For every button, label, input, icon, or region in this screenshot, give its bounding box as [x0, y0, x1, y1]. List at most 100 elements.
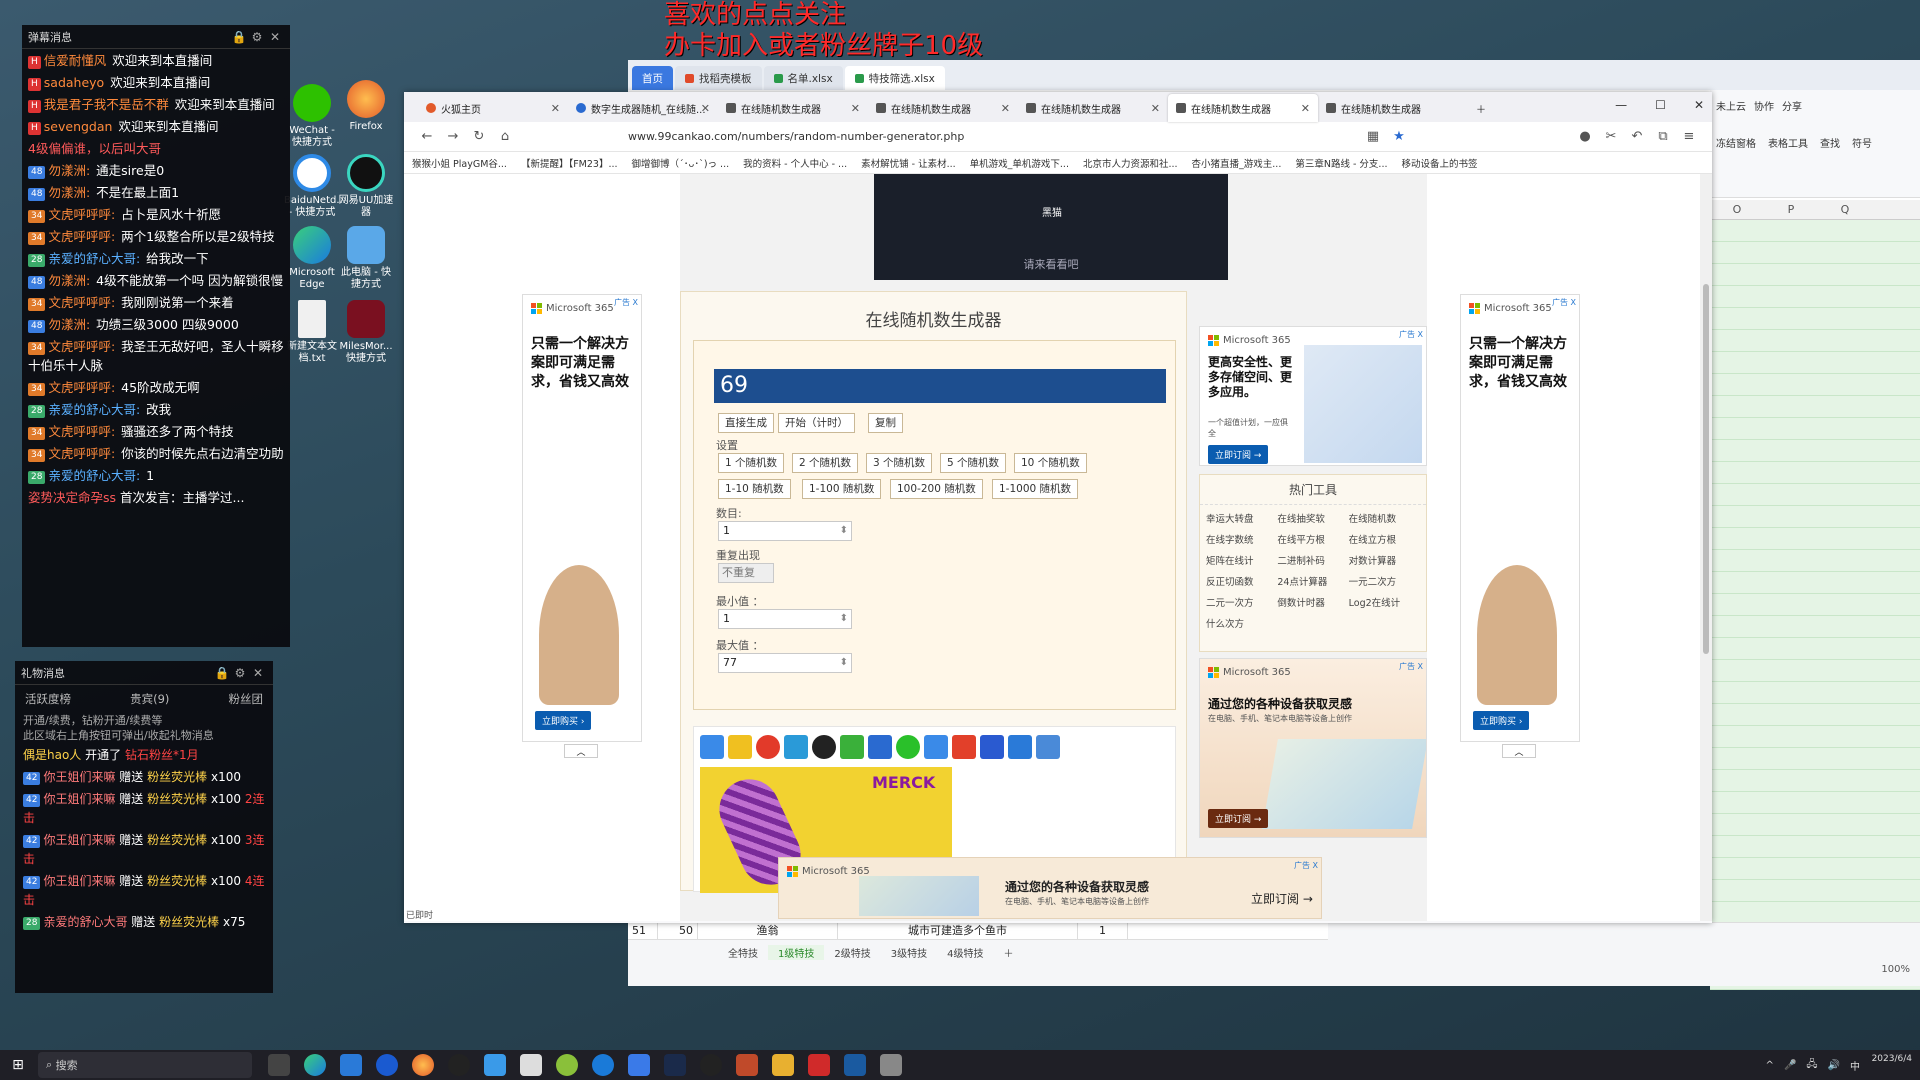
- url-bar[interactable]: www.99cankao.com/numbers/random-number-g…: [628, 130, 1360, 143]
- mail-icon[interactable]: [484, 1054, 506, 1076]
- extensions-puzzle-icon[interactable]: ⧉: [1650, 129, 1676, 144]
- preset-3-numbers[interactable]: 3 个随机数: [866, 453, 933, 473]
- subscribe-button[interactable]: 立即订阅 →: [1251, 890, 1313, 907]
- scrollbar-thumb[interactable]: [1703, 284, 1709, 654]
- new-tab-button[interactable]: ＋: [1468, 94, 1508, 122]
- sheet-doc-tab[interactable]: 找稻壳模板: [675, 66, 762, 90]
- bookmark-item[interactable]: 单机游戏_单机游戏下...: [970, 156, 1069, 170]
- hot-tool-link[interactable]: 什么次方: [1206, 616, 1277, 630]
- app-icon[interactable]: [556, 1054, 578, 1076]
- edge-icon[interactable]: [304, 1054, 326, 1076]
- bookmark-item[interactable]: 北京市人力资源和社...: [1083, 156, 1178, 170]
- sheet-tab[interactable]: 3级特技: [881, 945, 937, 960]
- reload-icon[interactable]: ↻: [466, 129, 492, 144]
- task-view-icon[interactable]: [268, 1054, 290, 1076]
- share-weibo-icon[interactable]: [756, 735, 780, 759]
- preset-range-1-100[interactable]: 1-100 随机数: [802, 479, 882, 499]
- hot-tool-link[interactable]: 在线随机数: [1349, 511, 1420, 525]
- share-star-icon[interactable]: [728, 735, 752, 759]
- qq-icon[interactable]: [448, 1054, 470, 1076]
- desktop-icon-milesmorales[interactable]: MilesMor... 快捷方式: [338, 300, 394, 365]
- bookmark-item[interactable]: 猴猴小姐 PlayGM谷...: [412, 156, 507, 170]
- subscribe-button[interactable]: 立即订阅 →: [1208, 445, 1269, 464]
- count-input[interactable]: 1: [718, 521, 852, 541]
- maximize-icon[interactable]: ☐: [1655, 98, 1666, 112]
- copy-button[interactable]: 复制: [868, 413, 903, 433]
- subscribe-button[interactable]: 立即订阅 →: [1208, 809, 1269, 828]
- home-icon[interactable]: ⌂: [492, 129, 518, 144]
- hot-tool-link[interactable]: 矩阵在线计: [1206, 553, 1277, 567]
- generate-button[interactable]: 直接生成: [718, 413, 774, 433]
- start-timer-button[interactable]: 开始（计时）: [778, 413, 855, 433]
- close-icon[interactable]: ✕: [1001, 102, 1010, 115]
- volume-icon[interactable]: 🔊: [1828, 1060, 1840, 1071]
- ad-left-microsoft365[interactable]: 广告 X Microsoft 365 只需一个解决方案即可满足需求，省钱又高效 …: [522, 294, 642, 742]
- ad-right-top-microsoft365[interactable]: 广告 X Microsoft 365 更高安全性、更多存储空间、更多应用。 一个…: [1199, 326, 1427, 466]
- desktop-icon-wechat[interactable]: WeChat - 快捷方式: [284, 84, 340, 149]
- screenshot-icon[interactable]: ✂: [1598, 129, 1624, 144]
- mic-icon[interactable]: 🎤: [1784, 1060, 1796, 1071]
- close-icon[interactable]: ✕: [1301, 102, 1310, 115]
- sheet-doc-tab[interactable]: 名单.xlsx: [763, 66, 843, 90]
- find-button[interactable]: 查找: [1820, 135, 1840, 150]
- share-anchor-icon[interactable]: [924, 735, 948, 759]
- browser-tab[interactable]: 在线随机数生成器: [1318, 94, 1468, 122]
- cloud-status[interactable]: 未上云: [1716, 98, 1746, 113]
- preset-range-100-200[interactable]: 100-200 随机数: [890, 479, 983, 499]
- preset-range-1-1000[interactable]: 1-1000 随机数: [992, 479, 1079, 499]
- bookmark-star-icon[interactable]: ★: [1386, 129, 1412, 144]
- share-clover-icon[interactable]: [840, 735, 864, 759]
- browser-tab-active[interactable]: 在线随机数生成器 ✕: [1168, 94, 1318, 122]
- app-icon[interactable]: [520, 1054, 542, 1076]
- ime-icon[interactable]: 中: [1850, 1058, 1860, 1073]
- windows-start-icon[interactable]: ⊞: [0, 1057, 36, 1073]
- preset-range-1-10[interactable]: 1-10 随机数: [718, 479, 791, 499]
- close-icon[interactable]: ✕: [851, 102, 860, 115]
- hot-tool-link[interactable]: 在线字数统: [1206, 532, 1277, 546]
- collapse-ad-chevron-up-icon[interactable]: ︿: [1502, 744, 1536, 758]
- sheet-doc-tab-home[interactable]: 首页: [632, 66, 673, 90]
- bookmark-item[interactable]: 【新提醒】【FM23】...: [521, 156, 618, 170]
- close-icon[interactable]: ✕: [701, 102, 710, 115]
- tab-activity[interactable]: 活跃度榜: [25, 691, 71, 707]
- steam-icon[interactable]: [664, 1054, 686, 1076]
- app-icon[interactable]: [592, 1054, 614, 1076]
- column-header[interactable]: Q: [1818, 200, 1872, 219]
- preset-10-numbers[interactable]: 10 个随机数: [1014, 453, 1087, 473]
- desktop-icon-baidunetdisk[interactable]: BaiduNetd... - 快捷方式: [284, 154, 346, 219]
- wps-icon[interactable]: [808, 1054, 830, 1076]
- bookmark-item[interactable]: 第三章N路线 - 分支...: [1295, 156, 1387, 170]
- extension-icon[interactable]: ●: [1572, 129, 1598, 144]
- taskbar-search[interactable]: ⌕ 搜索: [38, 1052, 252, 1078]
- spreadsheet-grid[interactable]: [1710, 200, 1920, 990]
- freeze-panes-button[interactable]: 冻结窗格: [1716, 135, 1756, 150]
- browser-tab[interactable]: 数字生成器随机_在线随... ✕: [568, 94, 718, 122]
- add-sheet-button[interactable]: ＋: [994, 945, 1024, 960]
- desktop-icon-edge[interactable]: Microsoft Edge: [284, 226, 340, 291]
- minimize-icon[interactable]: —: [1615, 98, 1627, 112]
- desktop-icon-firefox[interactable]: Firefox: [338, 80, 394, 133]
- hot-tool-link[interactable]: 24点计算器: [1277, 574, 1348, 588]
- column-header[interactable]: P: [1764, 200, 1818, 219]
- sheet-tab[interactable]: 全特技: [718, 945, 768, 960]
- gear-icon[interactable]: ⚙: [231, 666, 249, 680]
- chevron-up-icon[interactable]: ^: [1766, 1060, 1774, 1071]
- taskbar-clock[interactable]: 2023/6/4: [1872, 1054, 1912, 1065]
- forward-arrow-icon[interactable]: →: [440, 129, 466, 144]
- app-icon[interactable]: [628, 1054, 650, 1076]
- share-plus-icon[interactable]: [700, 735, 724, 759]
- menu-icon[interactable]: ≡: [1676, 129, 1702, 144]
- share-favorite-icon[interactable]: [952, 735, 976, 759]
- network-icon[interactable]: 🖧: [1806, 1057, 1817, 1074]
- back-arrow-icon[interactable]: ←: [414, 129, 440, 144]
- sheet-tab[interactable]: 2级特技: [824, 945, 880, 960]
- hot-tool-link[interactable]: 二元一次方: [1206, 595, 1277, 609]
- bookmark-item[interactable]: 御增御博（´･ᴗ･`)っ ...: [632, 156, 730, 170]
- table-tools-button[interactable]: 表格工具: [1768, 135, 1808, 150]
- browser-tab[interactable]: 在线随机数生成器 ✕: [718, 94, 868, 122]
- hot-tool-link[interactable]: 在线立方根: [1349, 532, 1420, 546]
- kugou-icon[interactable]: [376, 1054, 398, 1076]
- store-icon[interactable]: [340, 1054, 362, 1076]
- browser-tab[interactable]: 火狐主页 ✕: [418, 94, 568, 122]
- sheet-tab-active[interactable]: 1级特技: [768, 944, 825, 960]
